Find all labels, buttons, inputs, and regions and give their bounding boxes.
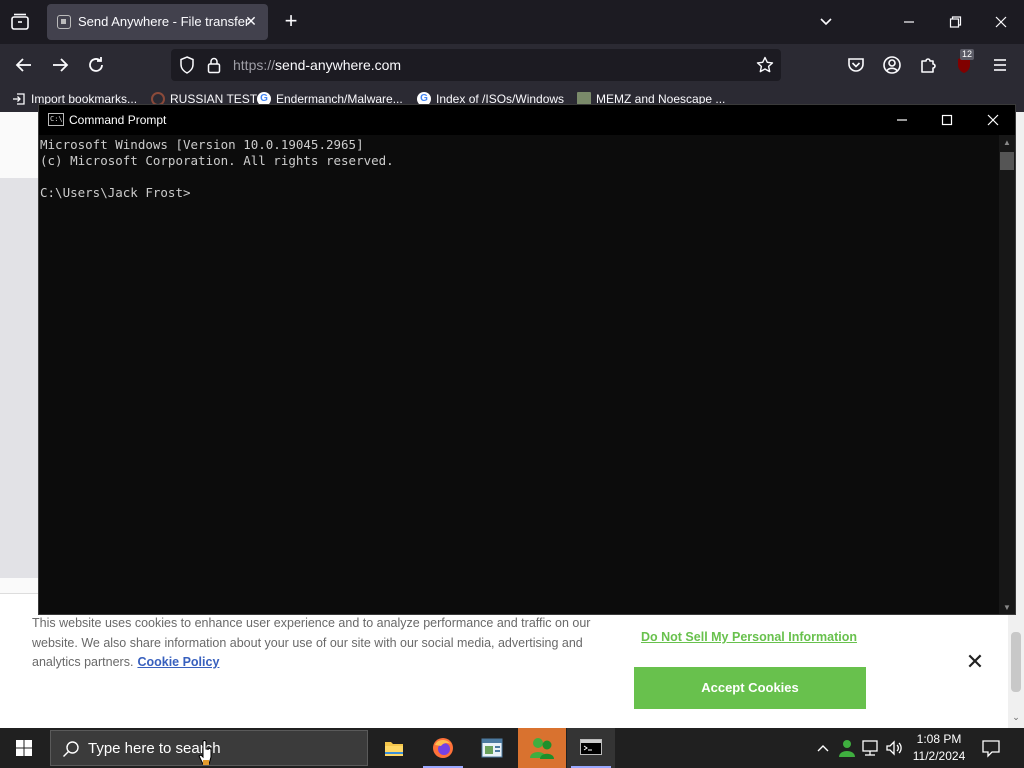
cmd-title-bar[interactable]: C:\ Command Prompt [39,105,1015,135]
browser-tab[interactable]: Send Anywhere - File transfer ✕ [47,4,268,40]
app-window-icon [481,738,503,763]
cmd-line [40,169,999,185]
site-favicon-icon [57,15,71,29]
cmd-line: Microsoft Windows [Version 10.0.19045.29… [40,137,364,152]
reload-icon[interactable] [84,53,108,77]
new-tab-button[interactable]: + [280,10,302,32]
cmd-maximize-icon[interactable] [935,108,959,132]
account-icon[interactable] [880,53,904,77]
people-tray-icon[interactable] [837,738,857,758]
window-close-icon[interactable] [989,10,1013,34]
browser-nav-bar: https://send-anywhere.com 12 [0,44,1024,86]
restore-icon[interactable] [943,10,967,34]
taskbar-command-prompt[interactable] [567,728,615,768]
extensions-puzzle-icon[interactable] [916,53,940,77]
command-prompt-window[interactable]: C:\ Command Prompt Microsoft Windows [Ve… [38,104,1016,615]
notifications-icon[interactable] [980,738,1002,758]
start-button[interactable] [0,728,48,768]
minimize-icon[interactable] [897,10,921,34]
cmd-scrollbar[interactable]: ▲ ▼ [999,135,1015,614]
messenger-people-icon [529,736,555,765]
ublock-extension-icon[interactable]: 12 [952,49,976,77]
scroll-up-arrow-icon[interactable]: ▲ [1002,139,1012,147]
cmd-app-icon: C:\ [48,113,64,126]
menu-hamburger-icon[interactable] [988,53,1012,77]
do-not-sell-link[interactable]: Do Not Sell My Personal Information [641,630,857,644]
taskbar-firefox[interactable] [419,728,467,768]
accept-cookies-button[interactable]: Accept Cookies [634,667,866,709]
tab-list-icon[interactable] [8,10,32,34]
page-background-panel [0,178,38,578]
lock-icon[interactable] [204,55,224,75]
forward-arrow-icon[interactable] [48,53,72,77]
cookie-policy-link[interactable]: Cookie Policy [137,655,219,669]
cmd-console-output[interactable]: Microsoft Windows [Version 10.0.19045.29… [39,135,999,614]
pocket-icon[interactable] [844,53,868,77]
cmd-taskbar-icon [580,739,602,755]
clock-date[interactable]: 11/2/2024 [912,749,966,763]
tracking-shield-icon[interactable] [177,55,197,75]
firefox-icon [432,737,454,764]
scroll-down-arrow-icon[interactable]: ▼ [1002,604,1012,612]
taskbar-app-window[interactable] [468,728,516,768]
tab-title: Send Anywhere - File transfer [78,14,250,29]
address-bar[interactable]: https://send-anywhere.com [171,49,781,81]
network-icon[interactable] [861,738,881,758]
folder-icon [384,739,404,762]
cookie-close-icon[interactable]: ✕ [963,650,987,674]
show-hidden-icons-chevron-icon[interactable] [814,739,832,757]
back-arrow-icon[interactable] [12,53,36,77]
cmd-window-title: Command Prompt [69,113,167,127]
import-icon [12,92,26,106]
url-text[interactable]: https://send-anywhere.com [233,57,401,73]
bookmark-star-icon[interactable] [755,55,775,75]
page-scrollbar-thumb[interactable] [1011,632,1021,692]
taskbar-messenger[interactable] [518,728,566,768]
cmd-line: (c) Microsoft Corporation. All rights re… [40,153,394,168]
cmd-close-icon[interactable] [981,108,1005,132]
extension-badge: 12 [960,49,975,60]
mouse-cursor-icon [197,740,215,766]
volume-icon[interactable] [884,738,904,758]
taskbar-search-box[interactable]: Type here to search [50,730,368,766]
taskbar-file-explorer[interactable] [370,728,418,768]
cookie-message: This website uses cookies to enhance use… [32,614,617,673]
browser-tab-bar: Send Anywhere - File transfer ✕ + [0,0,1024,44]
scroll-down-arrow-icon[interactable]: ⌄ [1011,712,1021,722]
clock-time[interactable]: 1:08 PM [912,732,966,746]
cmd-prompt-line[interactable]: C:\Users\Jack Frost> [40,185,999,201]
list-all-tabs-chevron-icon[interactable] [814,10,838,34]
cookie-message-text: This website uses cookies to enhance use… [32,616,591,669]
url-protocol: https:// [233,57,276,73]
search-icon [61,739,81,759]
tab-close-icon[interactable]: ✕ [242,12,260,30]
cmd-minimize-icon[interactable] [890,108,914,132]
cmd-scrollbar-thumb[interactable] [1000,152,1014,170]
windows-taskbar: Type here to search 1:08 PM 11/2/2024 [0,728,1024,768]
url-host: send-anywhere.com [275,57,402,73]
